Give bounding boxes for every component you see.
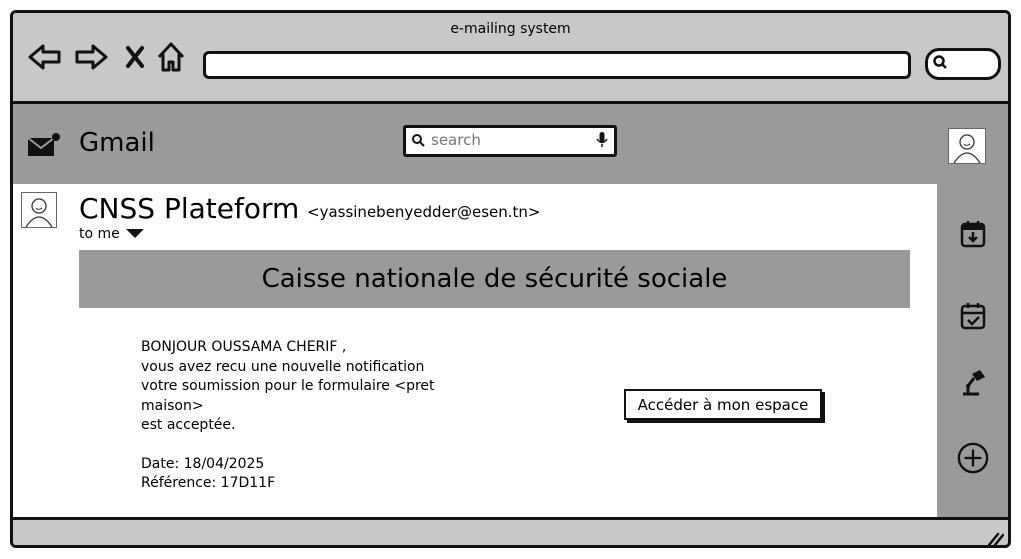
browser-window: e-mailing system Gmail search CNSS Plate… [10, 10, 1011, 548]
sender-name: CNSS Plateform [79, 192, 300, 225]
mail-notification-icon[interactable] [27, 132, 61, 162]
account-avatar[interactable] [948, 128, 986, 164]
search-icon [411, 133, 426, 152]
search-placeholder: search [431, 131, 481, 149]
body-line: votre soumission pour le formulaire <pre… [141, 378, 435, 394]
app-header: Gmail search [13, 104, 1008, 184]
back-arrow-icon[interactable] [27, 39, 63, 75]
desk-lamp-icon[interactable] [957, 365, 989, 397]
body-line: vous avez recu une nouvelle notification [141, 358, 425, 375]
app-name: Gmail [79, 128, 155, 158]
calendar-check-icon[interactable] [957, 300, 989, 332]
email-banner: Caisse nationale de sécurité sociale [79, 250, 910, 308]
right-sidebar [937, 184, 1008, 517]
add-circle-icon[interactable] [957, 442, 989, 474]
window-title: e-mailing system [450, 21, 571, 37]
date-line: Date: 18/04/2025 [141, 455, 265, 472]
email-body: BONJOUR OUSSAMA CHERIF , vous avez recu … [141, 338, 461, 494]
forward-arrow-icon[interactable] [73, 39, 109, 75]
body-line: maison> [141, 397, 204, 414]
sender-avatar [21, 192, 57, 228]
email-view: CNSS Plateform <yassinebenyedder@esen.tn… [13, 184, 937, 517]
caret-down-icon [125, 226, 144, 242]
microphone-icon[interactable] [596, 132, 608, 152]
address-bar[interactable] [203, 51, 911, 79]
calendar-download-icon[interactable] [957, 218, 989, 250]
access-space-button[interactable]: Accéder à mon espace [624, 389, 822, 420]
browser-search-button[interactable] [925, 48, 1001, 80]
close-icon[interactable] [117, 39, 153, 75]
reference-line: Référence: 17D11F [141, 475, 276, 491]
body-line: est acceptée. [141, 417, 236, 433]
resize-handle-icon[interactable] [986, 530, 1005, 545]
status-bar [13, 517, 1008, 545]
home-icon[interactable] [153, 39, 189, 75]
search-icon [932, 54, 948, 74]
sender-email: <yassinebenyedder@esen.tn> [307, 203, 541, 221]
banner-title: Caisse nationale de sécurité sociale [261, 264, 728, 294]
browser-toolbar: e-mailing system [13, 13, 1008, 104]
body-line: BONJOUR OUSSAMA CHERIF , [141, 339, 347, 355]
recipient-label: to me [79, 226, 120, 242]
search-input[interactable]: search [403, 125, 617, 157]
recipient-toggle[interactable]: to me [79, 226, 144, 242]
